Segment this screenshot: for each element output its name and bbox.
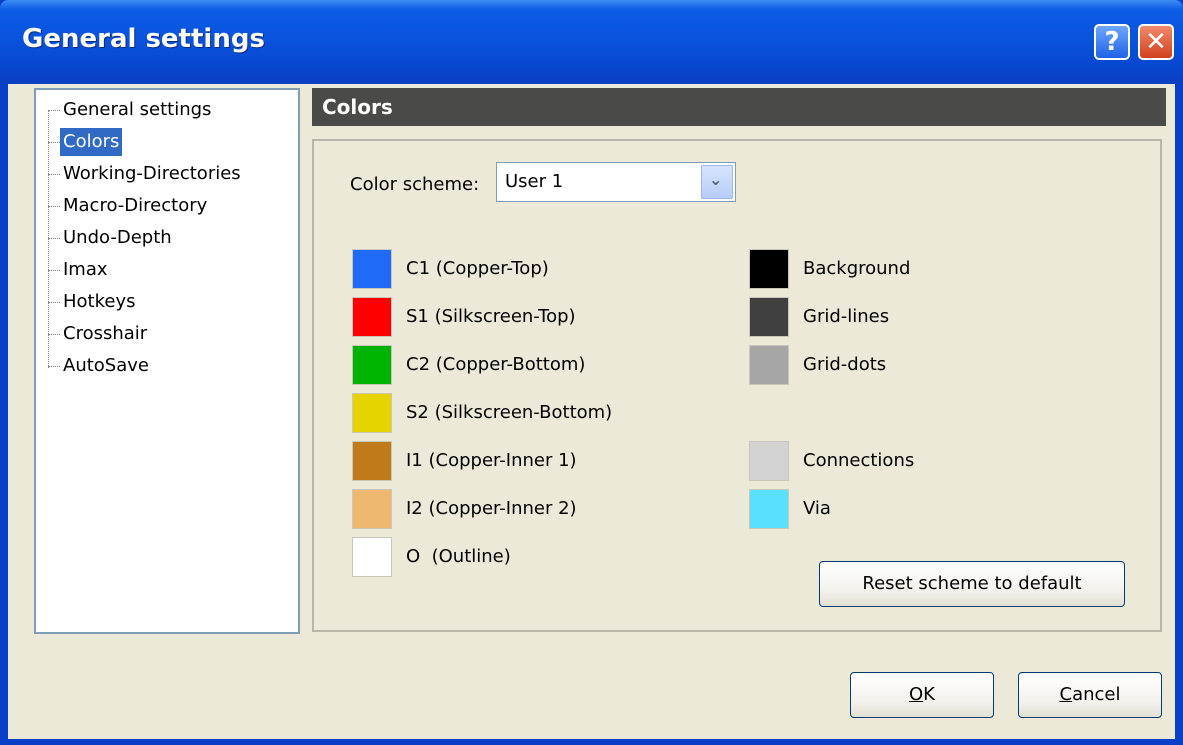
swatch-grid-dots[interactable] [749,345,789,385]
close-button[interactable]: ✕ [1138,24,1174,60]
section-header: Colors [312,88,1166,126]
close-icon: ✕ [1145,27,1167,57]
swatch-s1-silkscreen-top[interactable] [352,297,392,337]
tree-connector [48,174,60,175]
layer-label-c2: C2 (Copper-Bottom) [406,354,586,375]
tree-connector [48,110,60,111]
chevron-down-icon: ⌄ [709,170,723,189]
tree-item-hotkeys[interactable]: Hotkeys [60,288,139,316]
cancel-mnemonic: C [1059,684,1073,705]
layer-label-c1: C1 (Copper-Top) [406,258,549,279]
layer-label-o: O (Outline) [406,546,511,567]
swatch-i2-copper-inner-2[interactable] [352,489,392,529]
swatch-connections[interactable] [749,441,789,481]
title-bar: General settings ? ✕ [0,0,1183,84]
color-scheme-value: User 1 [505,171,564,192]
tree-connector [48,270,60,271]
tree-item-imax[interactable]: Imax [60,256,111,284]
tree-item-autosave[interactable]: AutoSave [60,352,152,380]
layer-label-i1: I1 (Copper-Inner 1) [406,450,577,471]
display-label-background: Background [803,258,911,279]
swatch-s2-silkscreen-bottom[interactable] [352,393,392,433]
help-icon: ? [1104,27,1120,57]
tree-connector [48,238,60,239]
color-scheme-label: Color scheme: [350,174,480,195]
tree-item-colors[interactable]: Colors [60,128,123,156]
swatch-c1-copper-top[interactable] [352,249,392,289]
dialog-body: General settings Colors Working-Director… [8,84,1175,739]
swatch-background[interactable] [749,249,789,289]
tree-connector-line [48,110,49,368]
tree-item-crosshair[interactable]: Crosshair [60,320,150,348]
tree-connector [48,366,60,367]
reset-scheme-button[interactable]: Reset scheme to default [819,561,1125,607]
ok-button[interactable]: OK [850,672,994,718]
tree-item-macro-directory[interactable]: Macro-Directory [60,192,210,220]
dropdown-button[interactable]: ⌄ [701,165,733,199]
tree-connector [48,206,60,207]
tree-connector [48,334,60,335]
display-label-via: Via [803,498,831,519]
display-label-connections: Connections [803,450,915,471]
tree-connector [48,302,60,303]
ok-mnemonic: O [909,684,924,705]
help-button[interactable]: ? [1094,24,1130,60]
colors-panel: Color scheme: User 1 ⌄ C1 (Copper-Top) S… [312,139,1162,632]
ok-label-rest: K [923,684,935,705]
layer-label-s1: S1 (Silkscreen-Top) [406,306,576,327]
display-label-grid-dots: Grid-dots [803,354,887,375]
tree-item-undo-depth[interactable]: Undo-Depth [60,224,175,252]
cancel-label-rest: ancel [1072,684,1121,705]
window-title: General settings [22,24,265,54]
layer-label-s2: S2 (Silkscreen-Bottom) [406,402,613,423]
tree-item-working-directories[interactable]: Working-Directories [60,160,244,188]
tree-connector [48,142,60,143]
swatch-i1-copper-inner-1[interactable] [352,441,392,481]
color-scheme-select[interactable]: User 1 ⌄ [496,162,736,202]
swatch-grid-lines[interactable] [749,297,789,337]
display-label-grid-lines: Grid-lines [803,306,890,327]
settings-tree[interactable]: General settings Colors Working-Director… [34,88,300,634]
swatch-c2-copper-bottom[interactable] [352,345,392,385]
general-settings-window: General settings ? ✕ General settings Co… [0,0,1183,745]
swatch-via[interactable] [749,489,789,529]
cancel-button[interactable]: Cancel [1018,672,1162,718]
tree-item-general-settings[interactable]: General settings [60,96,214,124]
layer-label-i2: I2 (Copper-Inner 2) [406,498,577,519]
swatch-o-outline[interactable] [352,537,392,577]
